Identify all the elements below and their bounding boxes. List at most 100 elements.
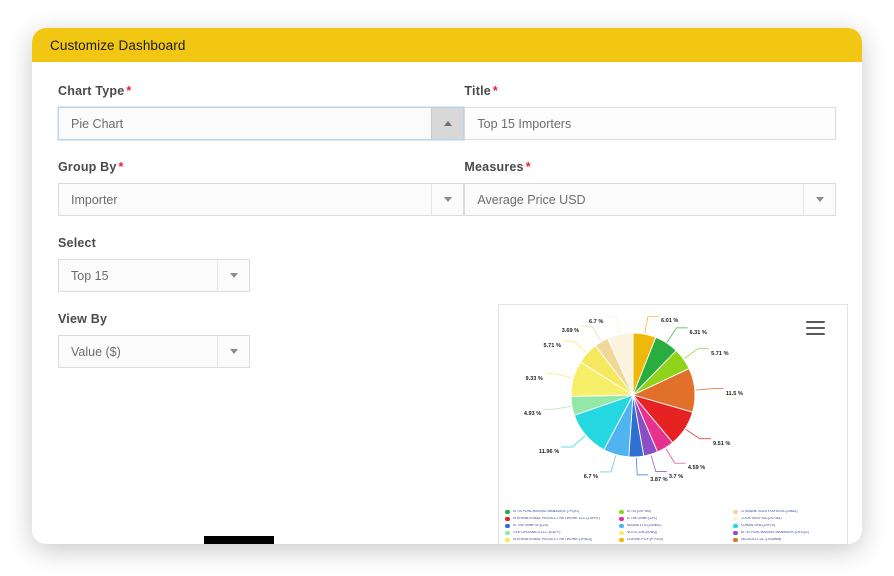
legend-item[interactable]: INTERNATIONAL PROJECT NETWORK LLC-(135YK… <box>505 516 615 522</box>
select-dropdown[interactable]: Top 15 <box>58 259 250 292</box>
title-label: Title * <box>464 84 836 98</box>
legend-swatch-icon <box>505 516 510 522</box>
legend-column: ATTN-(1VPI50) to The Order-(12S) ADUNA LTD… <box>619 509 729 544</box>
legend-label: CITIBANK SOUTH AFRICA-(1N6IJ) <box>740 510 798 514</box>
pie-percent-label: 3.7 % <box>668 473 684 480</box>
pie-leader-line <box>635 457 649 476</box>
legend-item[interactable]: NUTSCOM-(9JNQ) <box>619 530 729 536</box>
chart-type-dropdown-button[interactable] <box>431 108 464 139</box>
pie-percent-label: 11.5 % <box>725 390 743 397</box>
pie-leader-line <box>665 448 686 464</box>
legend-label: NUTSCOM-(9JNQ) <box>626 531 658 535</box>
legend-item[interactable]: VELACELL UC-(1VBWM) <box>733 537 843 543</box>
pie-leader-line <box>561 435 586 448</box>
legend-label: ATTN PURCHASING MANAGER-(7PQO) <box>512 510 580 514</box>
caret-down-icon <box>815 197 824 202</box>
select-value: Top 15 <box>59 260 217 291</box>
pie-leader-line <box>666 327 688 343</box>
legend-label: ELAYNE POY-(PTOOI) <box>626 538 664 542</box>
view-by-dropdown-button[interactable] <box>217 336 249 367</box>
view-by-label-text: View By <box>58 312 108 326</box>
cancel-button[interactable]: Cancel <box>204 536 274 544</box>
group-by-value: Importer <box>59 184 432 215</box>
group-by-select[interactable]: Importer <box>58 183 465 216</box>
legend-item[interactable]: CITIBANK SOUTH AFRICA-(1N6IJ) <box>733 509 843 515</box>
pie-percent-label: 3.69 % <box>561 328 580 335</box>
pie-chart: 6.01 % 6.31 % 5.71 % 11.5 % 9.51 % 4.59 % 3.7 … <box>499 311 849 483</box>
legend-swatch-icon <box>733 516 738 522</box>
title-label-text: Title <box>464 84 491 98</box>
legend-swatch-icon <box>619 516 624 522</box>
measures-value: Average Price USD <box>465 184 803 215</box>
view-by-value: Value ($) <box>59 336 217 367</box>
caret-down-icon <box>443 197 452 202</box>
pie-leader-line <box>544 373 573 379</box>
pie-leader-line <box>644 316 659 334</box>
required-asterisk: * <box>118 160 124 174</box>
legend-label: To The Order Of-(120) <box>512 524 549 528</box>
pie-percent-label: 6.31 % <box>689 329 707 336</box>
pie-percent-label: 5.71 % <box>711 350 729 357</box>
legend-item[interactable]: INTERNATIONAL PROJECT NETWORK-(1P8LQ) <box>505 537 615 543</box>
legend-item[interactable]: ADUNA LTD-(240MC) <box>619 523 729 529</box>
pie-leader-line <box>684 348 710 359</box>
title-input[interactable]: Top 15 Importers <box>465 108 835 139</box>
view-by-dropdown[interactable]: Value ($) <box>58 335 250 368</box>
legend-item[interactable]: KONAN SPA-(1RFOI) <box>733 523 843 529</box>
field-group-by: Group By * Importer <box>58 160 465 216</box>
legend-swatch-icon <box>733 509 738 515</box>
field-title: Title * Top 15 Importers <box>464 84 836 140</box>
pie-percent-label: 6.7 % <box>589 318 604 325</box>
legend-swatch-icon <box>619 530 624 536</box>
view-by-label: View By <box>58 312 464 326</box>
legend-swatch-icon <box>505 509 510 515</box>
caret-down-icon <box>229 349 238 354</box>
pie-percent-label: 6.7 % <box>583 473 599 480</box>
legend-label: COOK INOV SA-(2474AI) <box>740 517 782 521</box>
legend-item[interactable]: to The Order-(12S) <box>619 516 729 522</box>
legend-column: ATTN PURCHASING MANAGER-(7PQO) INTERNATIO… <box>505 509 615 544</box>
chart-type-select[interactable]: Pie Chart <box>58 107 465 140</box>
legend-item[interactable]: LIVE ORGANICS LLC-(EATF) <box>505 530 615 536</box>
measures-select[interactable]: Average Price USD <box>464 183 836 216</box>
modal-title: Customize Dashboard <box>50 37 186 53</box>
modal-header: Customize Dashboard <box>32 28 862 62</box>
group-by-dropdown-button[interactable] <box>431 184 464 215</box>
legend-item[interactable]: ATTN PURCHASING MANAGER-(1R1QS) <box>733 530 843 536</box>
measures-dropdown-button[interactable] <box>803 184 835 215</box>
legend-label: LIVE ORGANICS LLC-(EATF) <box>512 531 561 535</box>
title-input-wrapper[interactable]: Top 15 Importers <box>464 107 836 140</box>
caret-up-icon <box>443 121 452 126</box>
chart-legend: ATTN PURCHASING MANAGER-(7PQO) INTERNATIO… <box>505 509 843 544</box>
legend-item[interactable]: ATTN-(1VPI50) <box>619 509 729 515</box>
legend-item[interactable]: To The Order Of-(120) <box>505 523 615 529</box>
required-asterisk: * <box>126 84 132 98</box>
modal-body: Chart Type* Pie Chart Group By* Import <box>32 62 862 544</box>
legend-label: VELACELL UC-(1VBWM) <box>740 538 782 542</box>
field-chart-type: Chart Type * Pie Chart <box>58 84 465 140</box>
pie-percent-label: 3.87 % <box>650 476 668 483</box>
required-asterisk: * <box>492 84 498 98</box>
customize-dashboard-modal: Customize Dashboard Chart Type * Pie Char… <box>32 28 862 544</box>
legend-swatch-icon <box>505 530 510 536</box>
select-dropdown-button[interactable] <box>217 260 249 291</box>
pie-percent-label: 4.93 % <box>523 411 542 418</box>
legend-item[interactable]: COOK INOV SA-(2474AI) <box>733 516 843 522</box>
pie-percent-label: 9.33 % <box>525 375 543 382</box>
legend-swatch-icon <box>619 537 624 543</box>
legend-item[interactable]: ELAYNE POY-(PTOOI) <box>619 537 729 543</box>
legend-label: ATTN-(1VPI50) <box>626 510 652 514</box>
pie-leader-line <box>543 405 572 410</box>
legend-item[interactable]: ATTN PURCHASING MANAGER-(7PQO) <box>505 509 615 515</box>
pie-leader-line <box>562 340 587 353</box>
legend-label: INTERNATIONAL PROJECT NETWORK-(1P8LQ) <box>512 538 593 542</box>
legend-column: CITIBANK SOUTH AFRICA-(1N6IJ) COOK INOV S… <box>733 509 843 544</box>
field-measures: Measures * Average Price USD <box>464 160 836 216</box>
pie-percent-label: 4.59 % <box>687 465 706 472</box>
legend-swatch-icon <box>505 523 510 529</box>
group-by-label-text: Group By <box>58 160 117 174</box>
pie-percent-label: 5.71 % <box>543 343 561 350</box>
legend-swatch-icon <box>619 509 624 515</box>
legend-swatch-icon <box>733 530 738 536</box>
legend-label: ADUNA LTD-(240MC) <box>626 524 662 528</box>
